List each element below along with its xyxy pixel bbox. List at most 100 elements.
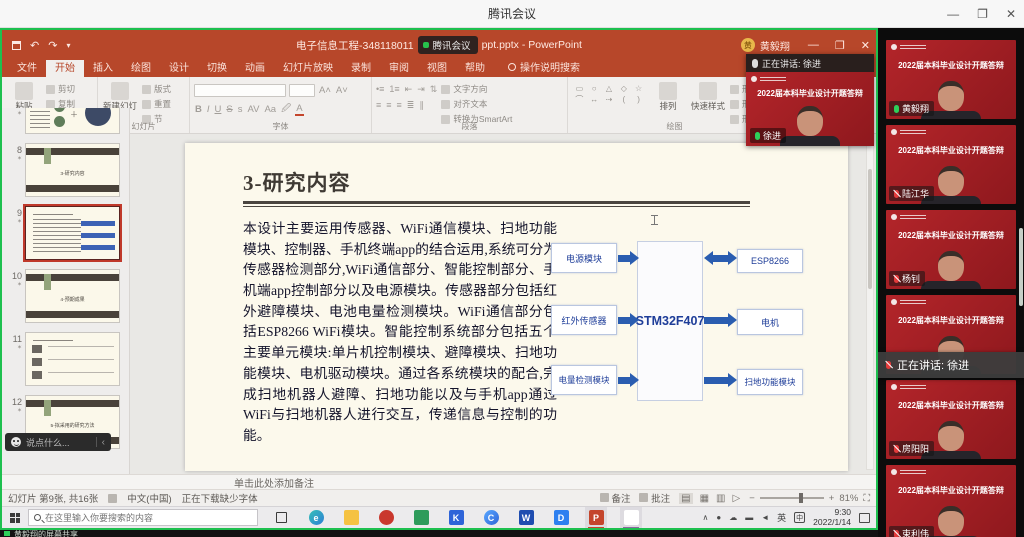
notes-toggle[interactable]: 备注	[600, 491, 631, 505]
ribbon-tab[interactable]: 幻灯片放映	[274, 57, 342, 77]
slide-thumbnail[interactable]: 11✶ ＋	[6, 332, 129, 386]
ime-language-indicator[interactable]: 英	[777, 511, 786, 524]
kdocs-icon[interactable]: K	[445, 507, 467, 529]
clipboard-small-button[interactable]: 剪切	[46, 83, 84, 95]
ribbon-tab[interactable]: 审阅	[380, 57, 418, 77]
powerpoint-icon[interactable]: P	[585, 507, 607, 529]
align-right-icon[interactable]: ≡	[397, 100, 402, 111]
grow-font-icon[interactable]: A˄	[318, 85, 332, 96]
participant-video-tile[interactable]: 2022届本科毕业设计开题答辩 杨钊	[886, 210, 1016, 289]
char-spacing-icon[interactable]: AV	[246, 104, 260, 115]
presenter-video[interactable]: 2022届本科毕业设计开题答辩 徐进	[746, 72, 874, 146]
zoom-slider[interactable]	[760, 497, 824, 499]
slides-small-button[interactable]: 版式	[142, 83, 171, 95]
fit-to-window-icon[interactable]: ⛶	[863, 493, 870, 504]
start-button[interactable]	[2, 507, 28, 529]
slide[interactable]: 3-研究内容 本设计主要运用传感器、WiFi通信模块、扫地功能模块、控制器、手机…	[185, 143, 848, 471]
normal-view-icon[interactable]: ▤	[679, 493, 692, 504]
accessibility-icon[interactable]	[108, 494, 117, 503]
italic-icon[interactable]: I	[206, 104, 211, 115]
align-center-icon[interactable]: ≡	[386, 100, 391, 111]
underline-icon[interactable]: U	[214, 104, 223, 115]
reading-view-icon[interactable]: ▥	[716, 493, 725, 504]
action-center-icon[interactable]	[859, 513, 870, 523]
decrease-indent-icon[interactable]: ⇤	[405, 84, 413, 95]
participant-video-tile[interactable]: 2022届本科毕业设计开题答辩 束利伟	[886, 465, 1016, 537]
taskbar-search-box[interactable]	[28, 509, 258, 526]
ribbon-tab[interactable]: 文件	[8, 57, 46, 77]
minimize-button[interactable]: —	[947, 7, 959, 21]
bullets-icon[interactable]: •≡	[376, 84, 384, 95]
volume-icon[interactable]: ◄	[761, 513, 769, 522]
ribbon-tab[interactable]: 切换	[198, 57, 236, 77]
participant-video-tile[interactable]: 2022届本科毕业设计开题答辩 陆江华	[886, 125, 1016, 204]
columns-icon[interactable]: ∥	[419, 100, 424, 111]
task-view-icon[interactable]	[270, 507, 292, 529]
ribbon-tab[interactable]: 插入	[84, 57, 122, 77]
quick-styles-button[interactable]: 快速样式	[690, 80, 726, 121]
align-left-icon[interactable]: ≡	[376, 100, 381, 111]
presenter-video-overlay[interactable]: 正在讲话: 徐进 2022届本科毕业设计开题答辩 徐进	[746, 54, 874, 146]
tencent-meeting-icon[interactable]	[620, 507, 642, 529]
bold-icon[interactable]: B	[194, 104, 203, 115]
shrink-font-icon[interactable]: A˅	[335, 85, 349, 96]
paragraph-small-button[interactable]: 对齐文本	[441, 98, 512, 110]
maximize-button[interactable]: ❐	[977, 7, 988, 21]
increase-indent-icon[interactable]: ⇥	[417, 84, 425, 95]
ppt-minimize-button[interactable]: —	[808, 39, 819, 52]
notes-bar[interactable]: 单击此处添加备注	[2, 474, 876, 489]
emoji-icon[interactable]	[11, 437, 21, 447]
zoom-in-icon[interactable]: +	[829, 493, 835, 504]
close-button[interactable]: ✕	[1006, 7, 1016, 21]
tray-expand-icon[interactable]: ∧	[703, 513, 709, 522]
font-size-combobox[interactable]	[289, 84, 315, 97]
ribbon-tab[interactable]: 动画	[236, 57, 274, 77]
app-store-icon[interactable]	[410, 507, 432, 529]
chat-placeholder[interactable]: 说点什么...	[26, 436, 70, 449]
ppt-close-button[interactable]: ✕	[861, 39, 870, 52]
meeting-floating-pill[interactable]: 腾讯会议	[418, 36, 478, 54]
battery-icon[interactable]: ▬	[745, 513, 753, 522]
participant-video-tile[interactable]: 2022届本科毕业设计开题答辩 房阳阳	[886, 380, 1016, 459]
slides-small-button[interactable]: 重置	[142, 98, 171, 110]
ribbon-tab[interactable]: 绘图	[122, 57, 160, 77]
notes-placeholder[interactable]: 单击此处添加备注	[234, 475, 314, 490]
tell-me-search[interactable]: 操作说明搜索	[508, 59, 580, 77]
change-case-icon[interactable]: Aa	[263, 104, 277, 115]
ppt-restore-button[interactable]: ❐	[835, 39, 845, 52]
taskbar-clock[interactable]: 9:302022/1/14	[813, 508, 851, 528]
shape-gallery[interactable]: ▭○△◇☆ ⌒↔⇢()	[572, 80, 646, 121]
ribbon-tab[interactable]: 帮助	[456, 57, 494, 77]
strikethrough-icon[interactable]: S	[225, 104, 233, 115]
browser-360-icon[interactable]	[375, 507, 397, 529]
ppt-account[interactable]: 黄 黄毅翔	[741, 38, 790, 53]
edge-icon[interactable]: e	[305, 507, 327, 529]
slide-thumbnail[interactable]: 10✶ 4-预期成果 ＋	[6, 269, 129, 323]
slide-thumbnail[interactable]: 8✶ 3-研究内容 ＋	[6, 143, 129, 197]
font-color-icon[interactable]: A	[295, 103, 303, 116]
line-spacing-icon[interactable]: ⇅	[430, 84, 438, 95]
slide-thumbnail[interactable]: ✶ ＋	[6, 108, 129, 134]
arrange-button[interactable]: 排列	[650, 80, 686, 121]
justify-icon[interactable]: ≣	[407, 100, 415, 111]
ribbon-tab[interactable]: 设计	[160, 57, 198, 77]
numbering-icon[interactable]: 1≡	[389, 84, 399, 95]
meeting-chat-bubble[interactable]: 说点什么... ‹	[5, 433, 111, 451]
zoom-level[interactable]: 81%	[839, 493, 858, 504]
comments-toggle[interactable]: 批注	[639, 491, 670, 505]
qq-tray-icon[interactable]: ●	[716, 513, 721, 522]
paragraph-small-button[interactable]: 文字方向	[441, 83, 512, 95]
tencent-docs-icon[interactable]: D	[550, 507, 572, 529]
slideshow-icon[interactable]: ▷	[733, 493, 741, 504]
language-indicator[interactable]: 中文(中国)	[127, 491, 171, 505]
search-input[interactable]	[45, 513, 252, 523]
canvas-scrollbar[interactable]	[866, 138, 874, 470]
highlight-color-icon[interactable]: 🖉	[280, 101, 292, 117]
collapse-chat-icon[interactable]: ‹	[102, 437, 105, 448]
text-shadow-icon[interactable]: s	[237, 104, 244, 115]
ribbon-tab[interactable]: 开始	[46, 57, 84, 77]
slide-sorter-view-icon[interactable]: ▦	[700, 493, 709, 504]
slide-thumbnail[interactable]: 9✶ ＋	[6, 206, 129, 260]
zoom-out-icon[interactable]: −	[749, 493, 755, 504]
ribbon-tab[interactable]: 视图	[418, 57, 456, 77]
